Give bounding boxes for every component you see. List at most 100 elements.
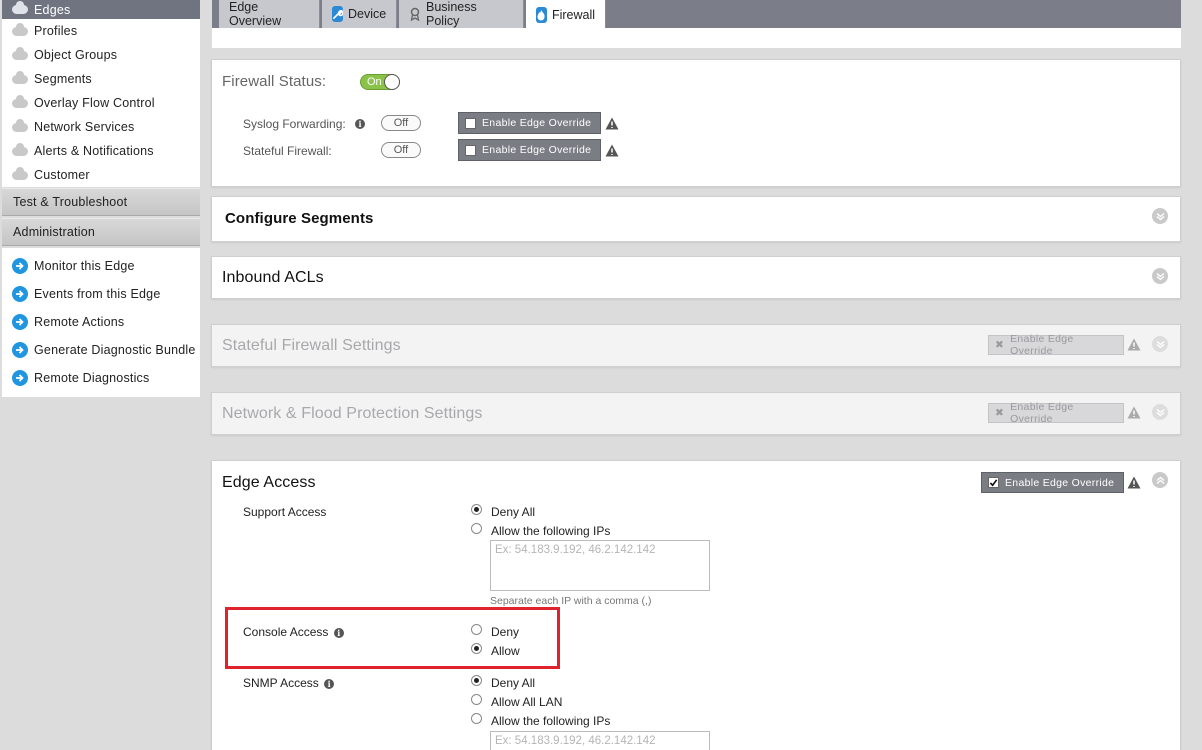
sidebar-item-label: Object Groups: [34, 48, 118, 62]
warning-icon: [1127, 338, 1141, 351]
configure-segments-title: Configure Segments: [225, 210, 374, 227]
support-allow-ips-radio[interactable]: [471, 523, 482, 534]
chevron-down-icon[interactable]: [1152, 404, 1168, 420]
sidebar-item-profiles[interactable]: Profiles: [12, 20, 197, 42]
stateful-firewall-settings-panel[interactable]: Stateful Firewall Settings ✖ Enable Edge…: [211, 324, 1181, 367]
stateful-settings-enable-override-button[interactable]: ✖ Enable Edge Override: [988, 333, 1124, 357]
sidebar-item-alerts-notifications[interactable]: Alerts & Notifications: [12, 140, 197, 162]
x-icon: ✖: [995, 407, 1005, 419]
info-icon[interactable]: i: [355, 119, 365, 129]
cloud-icon: [12, 46, 28, 60]
chevron-down-icon[interactable]: [1152, 268, 1168, 284]
arrow-right-circle-icon: [12, 370, 28, 386]
tab-business-policy[interactable]: Business Policy: [399, 0, 524, 28]
chevron-down-icon[interactable]: [1152, 336, 1168, 352]
cloud-icon: [12, 166, 28, 180]
sidebar-item-label: Profiles: [34, 24, 78, 38]
monitor-edge-link[interactable]: Monitor this Edge: [12, 255, 200, 277]
action-label: Generate Diagnostic Bundle: [34, 343, 196, 357]
x-icon: ✖: [995, 339, 1005, 351]
tab-edge-overview[interactable]: Edge Overview: [219, 0, 320, 28]
snmp-allow-ips-radio[interactable]: [471, 713, 482, 724]
remote-actions-link[interactable]: Remote Actions: [12, 311, 200, 333]
tab-label: Business Policy: [426, 0, 477, 28]
snmp-access-label: SNMP Access i: [243, 676, 335, 690]
tab-label: Firewall: [551, 7, 595, 22]
edge-access-panel: Edge Access Enable Edge Override Support…: [211, 460, 1181, 750]
chevron-up-icon[interactable]: [1152, 472, 1168, 488]
console-access-highlight: [225, 607, 560, 669]
tab-bar: Edge Overview Device Business Policy Fir…: [212, 0, 1181, 29]
cloud-icon: [12, 70, 28, 84]
toggle-label: Off: [393, 144, 409, 156]
sidebar-item-network-services[interactable]: Network Services: [12, 116, 197, 138]
edge-access-title: Edge Access: [222, 474, 316, 491]
sidebar-item-label: Edges: [34, 2, 71, 17]
events-edge-link[interactable]: Events from this Edge: [12, 283, 200, 305]
syslog-forwarding-toggle[interactable]: Off: [381, 115, 421, 131]
sidebar-item-label: Network Services: [34, 120, 135, 134]
inbound-acls-panel[interactable]: Inbound ACLs: [211, 256, 1181, 299]
sidebar-section-administration[interactable]: Administration: [2, 218, 200, 246]
firewall-status-toggle[interactable]: On: [360, 74, 400, 90]
arrow-right-circle-icon: [12, 286, 28, 302]
snmp-deny-all-label: Deny All: [491, 676, 536, 690]
snmp-deny-all-radio[interactable]: [471, 675, 482, 686]
support-ips-hint: Separate each IP with a comma (,): [490, 595, 652, 607]
arrow-right-circle-icon: [12, 258, 28, 274]
action-label: Remote Actions: [34, 315, 125, 329]
cloud-icon: [12, 94, 28, 108]
wrench-icon: [332, 6, 343, 22]
snmp-access-label-text: SNMP Access: [243, 676, 319, 690]
sidebar-nav: Edges Profiles Object Groups Segments Ov…: [2, 0, 200, 187]
warning-icon: [1127, 406, 1141, 419]
sidebar-item-label: Alerts & Notifications: [34, 144, 154, 158]
action-label: Remote Diagnostics: [34, 371, 150, 385]
snmp-allow-lan-label: Allow All LAN: [491, 695, 563, 709]
stateful-firewall-toggle[interactable]: Off: [381, 142, 421, 158]
flood-protection-title: Network & Flood Protection Settings: [222, 405, 483, 422]
stateful-firewall-label: Stateful Firewall:: [243, 144, 332, 158]
snmp-allow-lan-radio[interactable]: [471, 694, 482, 705]
action-label: Events from this Edge: [34, 287, 161, 301]
sidebar-item-overlay-flow-control[interactable]: Overlay Flow Control: [12, 92, 197, 114]
override-label: Enable Edge Override: [482, 117, 592, 129]
sidebar-item-segments[interactable]: Segments: [12, 68, 197, 90]
warning-icon: [1127, 476, 1141, 489]
sidebar-item-label: Customer: [34, 168, 90, 182]
sidebar-item-label: Overlay Flow Control: [34, 96, 155, 110]
arrow-right-circle-icon: [12, 314, 28, 330]
flood-enable-override-button[interactable]: ✖ Enable Edge Override: [988, 401, 1124, 425]
configure-segments-panel[interactable]: Configure Segments: [211, 196, 1181, 242]
edge-access-enable-override-button[interactable]: Enable Edge Override: [981, 472, 1124, 493]
support-allow-ips-label: Allow the following IPs: [491, 524, 611, 538]
flood-protection-panel[interactable]: Network & Flood Protection Settings ✖ En…: [211, 392, 1181, 435]
sidebar: Edges Profiles Object Groups Segments Ov…: [0, 0, 202, 750]
sidebar-item-object-groups[interactable]: Object Groups: [12, 44, 197, 66]
syslog-enable-override-button[interactable]: Enable Edge Override: [458, 112, 601, 134]
support-ips-textarea[interactable]: Ex: 54.183.9.192, 46.2.142.142: [490, 540, 710, 591]
override-label: Enable Edge Override: [1005, 476, 1115, 489]
stateful-enable-override-button[interactable]: Enable Edge Override: [458, 139, 601, 161]
inbound-acls-title: Inbound ACLs: [222, 269, 324, 286]
generate-diagnostic-bundle-link[interactable]: Generate Diagnostic Bundle: [12, 339, 200, 361]
tab-firewall[interactable]: Firewall: [526, 0, 606, 29]
edge-actions-list: Monitor this Edge Events from this Edge …: [2, 248, 200, 397]
info-icon[interactable]: i: [324, 678, 335, 689]
tab-device[interactable]: Device: [322, 0, 397, 28]
sidebar-item-customer[interactable]: Customer: [12, 164, 197, 186]
chevron-down-icon[interactable]: [1152, 208, 1168, 224]
sidebar-item-edges[interactable]: Edges: [2, 0, 200, 19]
tab-label: Device: [348, 7, 387, 21]
snmp-ips-textarea[interactable]: Ex: 54.183.9.192, 46.2.142.142: [490, 731, 710, 750]
support-deny-all-label: Deny All: [491, 505, 536, 519]
stateful-firewall-settings-title: Stateful Firewall Settings: [222, 337, 401, 354]
cloud-icon: [12, 142, 28, 156]
sidebar-section-test-troubleshoot[interactable]: Test & Troubleshoot: [2, 188, 200, 216]
action-label: Monitor this Edge: [34, 259, 135, 273]
warning-icon: [605, 144, 619, 157]
remote-diagnostics-link[interactable]: Remote Diagnostics: [12, 367, 200, 389]
tab-label: Edge Overview: [229, 0, 282, 28]
support-deny-all-radio[interactable]: [471, 504, 482, 515]
toggle-label: Off: [393, 117, 409, 129]
